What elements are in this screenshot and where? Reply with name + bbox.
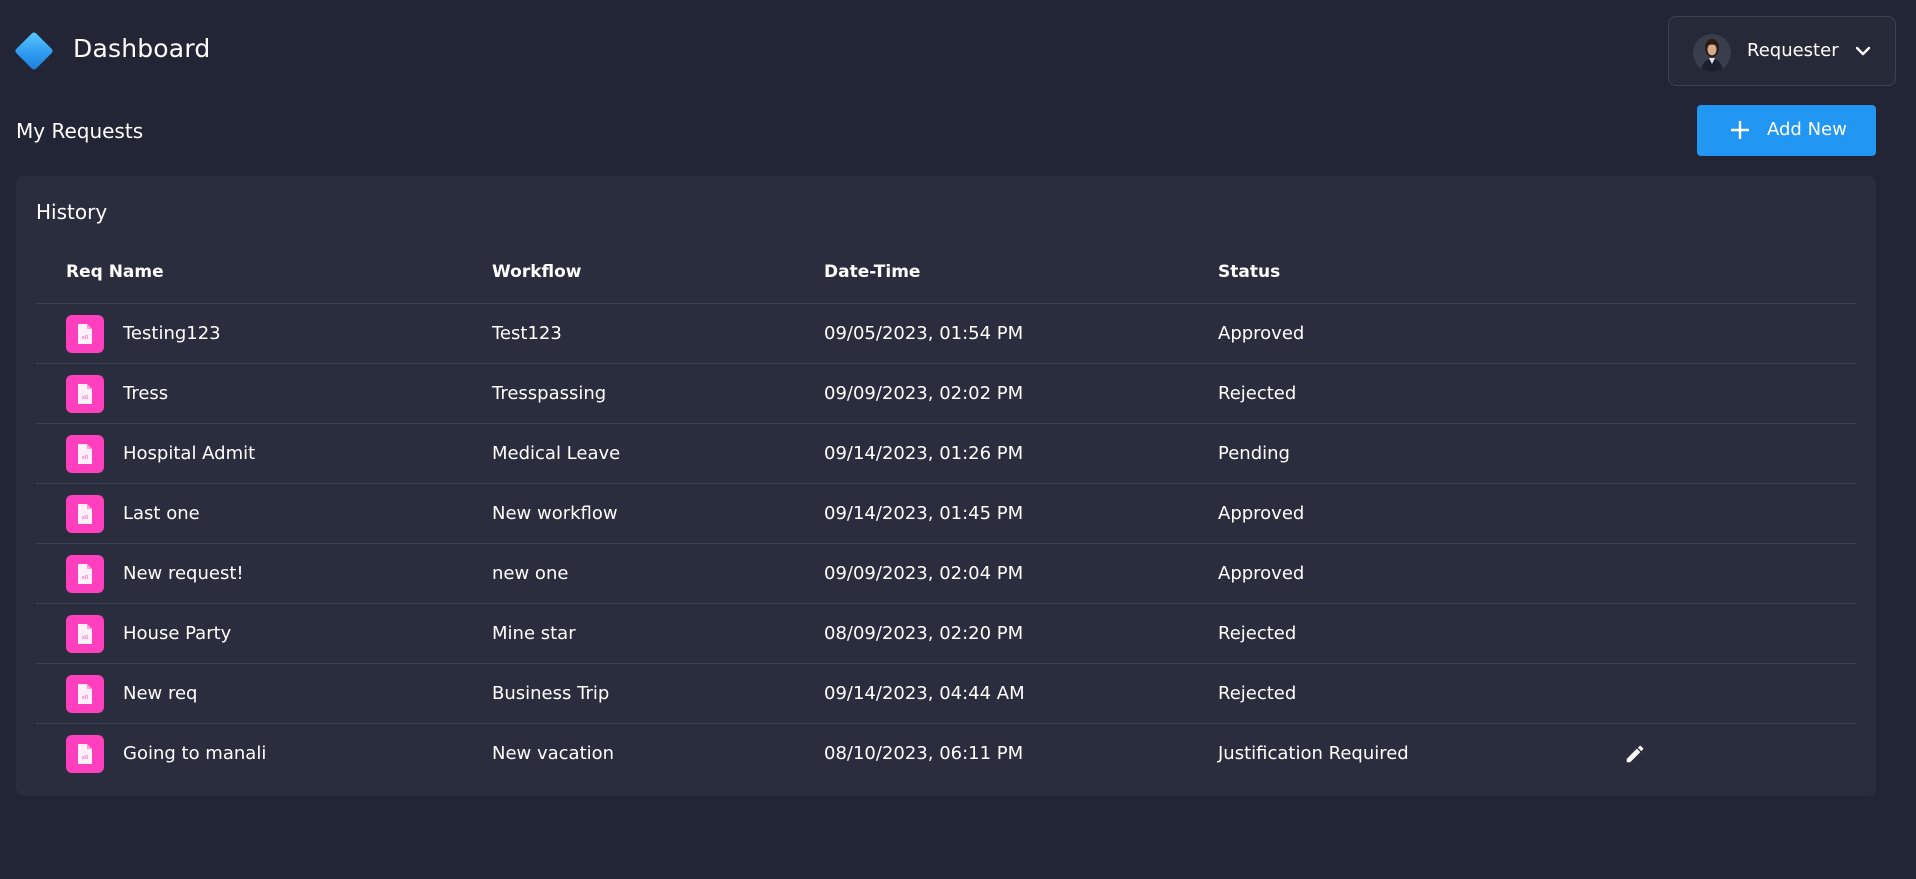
workflow: Business Trip [492, 683, 610, 704]
req-name: Hospital Admit [123, 443, 256, 464]
date-time: 09/09/2023, 02:04 PM [824, 563, 1024, 584]
table-row[interactable]: x0 Last one New workflow 09/14/2023, 01:… [36, 484, 1856, 544]
table-row[interactable]: x0 Testing123 Test123 09/05/2023, 01:54 … [36, 304, 1856, 364]
date-time: 09/14/2023, 01:26 PM [824, 443, 1024, 464]
file-icon: x0 [66, 315, 104, 353]
column-header-req-name: Req Name [66, 262, 164, 282]
column-header-status: Status [1218, 262, 1281, 282]
workflow: New vacation [492, 743, 615, 764]
avatar [1693, 34, 1731, 72]
card-title: History [36, 200, 108, 224]
date-time: 09/05/2023, 01:54 PM [824, 323, 1024, 344]
svg-text:x0: x0 [82, 335, 88, 341]
workflow: new one [492, 563, 569, 584]
workflow: Medical Leave [492, 443, 621, 464]
workflow: Mine star [492, 623, 576, 644]
table-row[interactable]: x0 House Party Mine star 08/09/2023, 02:… [36, 604, 1856, 664]
svg-text:x0: x0 [82, 455, 88, 461]
req-name: Last one [123, 503, 200, 524]
column-header-workflow: Workflow [492, 262, 582, 282]
svg-text:x0: x0 [82, 755, 88, 761]
file-icon: x0 [66, 675, 104, 713]
top-bar: Dashboard Requester [0, 0, 1916, 100]
app-logo-icon [14, 31, 54, 71]
file-icon: x0 [66, 555, 104, 593]
table-row[interactable]: x0 New req Business Trip 09/14/2023, 04:… [36, 664, 1856, 724]
status: Approved [1218, 323, 1305, 344]
status: Approved [1218, 563, 1305, 584]
section-title: My Requests [16, 119, 144, 143]
status: Pending [1218, 443, 1290, 464]
workflow: Test123 [492, 323, 562, 344]
file-icon: x0 [66, 435, 104, 473]
chevron-down-icon [1855, 46, 1871, 56]
plus-icon [1731, 121, 1749, 139]
req-name: Tress [123, 383, 169, 404]
svg-text:x0: x0 [82, 695, 88, 701]
svg-text:x0: x0 [82, 635, 88, 641]
edit-pencil-icon[interactable] [1624, 743, 1646, 765]
req-name: Going to manali [123, 743, 267, 764]
date-time: 09/14/2023, 01:45 PM [824, 503, 1024, 524]
svg-text:x0: x0 [82, 515, 88, 521]
svg-text:x0: x0 [82, 575, 88, 581]
workflow: Tresspassing [492, 383, 607, 404]
file-icon: x0 [66, 735, 104, 773]
history-card: History Req Name Workflow Date-Time Stat… [16, 176, 1876, 796]
svg-text:x0: x0 [82, 395, 88, 401]
req-name: New req [123, 683, 198, 704]
status: Rejected [1218, 623, 1297, 644]
file-icon: x0 [66, 495, 104, 533]
date-time: 09/14/2023, 04:44 AM [824, 683, 1025, 704]
add-new-button[interactable]: Add New [1697, 105, 1876, 156]
table-row[interactable]: x0 Going to manali New vacation 08/10/20… [36, 724, 1856, 784]
table-header: Req Name Workflow Date-Time Status [36, 244, 1856, 304]
status: Justification Required [1218, 743, 1409, 764]
table-row[interactable]: x0 Hospital Admit Medical Leave 09/14/20… [36, 424, 1856, 484]
date-time: 09/09/2023, 02:02 PM [824, 383, 1024, 404]
file-icon: x0 [66, 615, 104, 653]
user-menu-dropdown[interactable]: Requester [1668, 16, 1896, 86]
status: Approved [1218, 503, 1305, 524]
status: Rejected [1218, 383, 1297, 404]
req-name: New request! [123, 563, 244, 584]
workflow: New workflow [492, 503, 618, 524]
table-row[interactable]: x0 New request! new one 09/09/2023, 02:0… [36, 544, 1856, 604]
page-title: Dashboard [73, 34, 211, 63]
table-row[interactable]: x0 Tress Tresspassing 09/09/2023, 02:02 … [36, 364, 1856, 424]
file-icon: x0 [66, 375, 104, 413]
date-time: 08/10/2023, 06:11 PM [824, 743, 1024, 764]
req-name: House Party [123, 623, 232, 644]
date-time: 08/09/2023, 02:20 PM [824, 623, 1024, 644]
status: Rejected [1218, 683, 1297, 704]
req-name: Testing123 [123, 323, 221, 344]
user-role-label: Requester [1747, 40, 1839, 61]
add-new-label: Add New [1767, 119, 1847, 140]
column-header-date-time: Date-Time [824, 262, 921, 282]
